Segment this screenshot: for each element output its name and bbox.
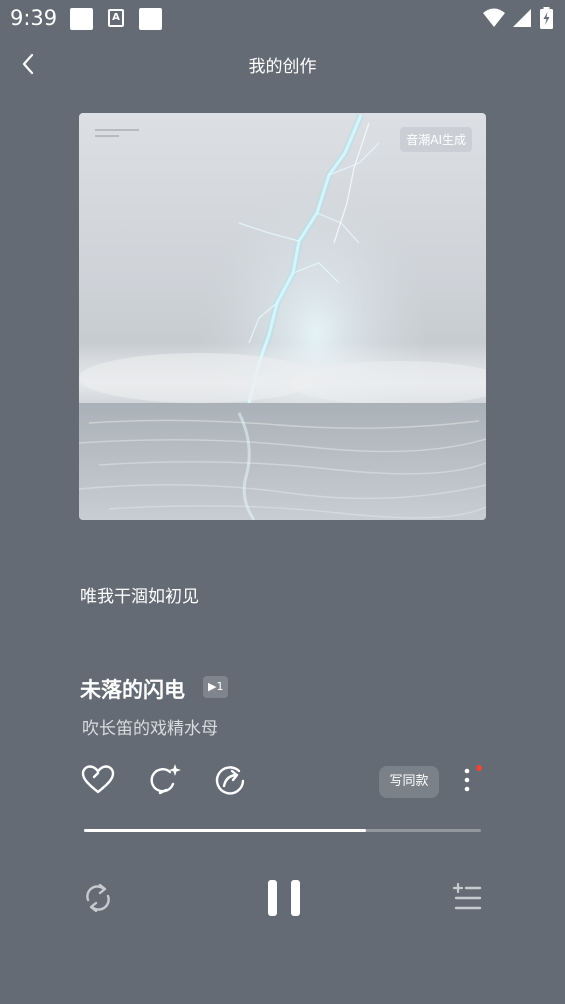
song-title: 未落的闪电 bbox=[80, 678, 185, 702]
repeat-button[interactable] bbox=[80, 880, 116, 916]
wifi-icon bbox=[483, 8, 505, 27]
artist-name[interactable]: 吹长笛的戏精水母 bbox=[82, 714, 218, 739]
cover-art-image bbox=[79, 113, 486, 520]
repeat-icon bbox=[86, 883, 110, 913]
notification-dot bbox=[476, 765, 482, 771]
heart-icon bbox=[81, 765, 115, 794]
share-button[interactable] bbox=[212, 762, 248, 798]
notification-icon bbox=[70, 8, 93, 30]
playlist-button[interactable] bbox=[449, 880, 485, 916]
battery-charging-icon bbox=[540, 7, 553, 29]
progress-slider[interactable] bbox=[84, 829, 481, 832]
cover-fine-text-2 bbox=[95, 135, 119, 137]
status-bar: 9:39 A bbox=[0, 0, 565, 40]
ai-generated-badge: 音潮AI生成 bbox=[400, 127, 472, 152]
page-title: 我的创作 bbox=[248, 57, 317, 77]
progress-fill bbox=[84, 829, 366, 832]
share-icon bbox=[215, 766, 245, 795]
notification-a-icon: A bbox=[108, 9, 124, 27]
play-count-badge: ▶1 bbox=[203, 676, 229, 698]
current-lyric: 唯我干涸如初见 bbox=[80, 587, 199, 607]
cover-fine-text bbox=[95, 129, 139, 131]
pause-button[interactable] bbox=[264, 878, 304, 918]
status-time: 9:39 bbox=[10, 6, 58, 30]
more-button[interactable] bbox=[456, 764, 478, 796]
signal-icon bbox=[513, 9, 531, 27]
album-cover: 音潮AI生成 bbox=[79, 113, 486, 520]
playlist-icon bbox=[452, 882, 482, 910]
write-same-button[interactable]: 写同款 bbox=[379, 766, 439, 798]
more-vertical-icon bbox=[464, 768, 470, 792]
pause-icon bbox=[268, 880, 300, 916]
notification-icon-2 bbox=[139, 8, 162, 30]
remix-button[interactable] bbox=[146, 762, 182, 798]
like-button[interactable] bbox=[80, 762, 116, 798]
sparkle-loop-icon bbox=[150, 764, 181, 795]
